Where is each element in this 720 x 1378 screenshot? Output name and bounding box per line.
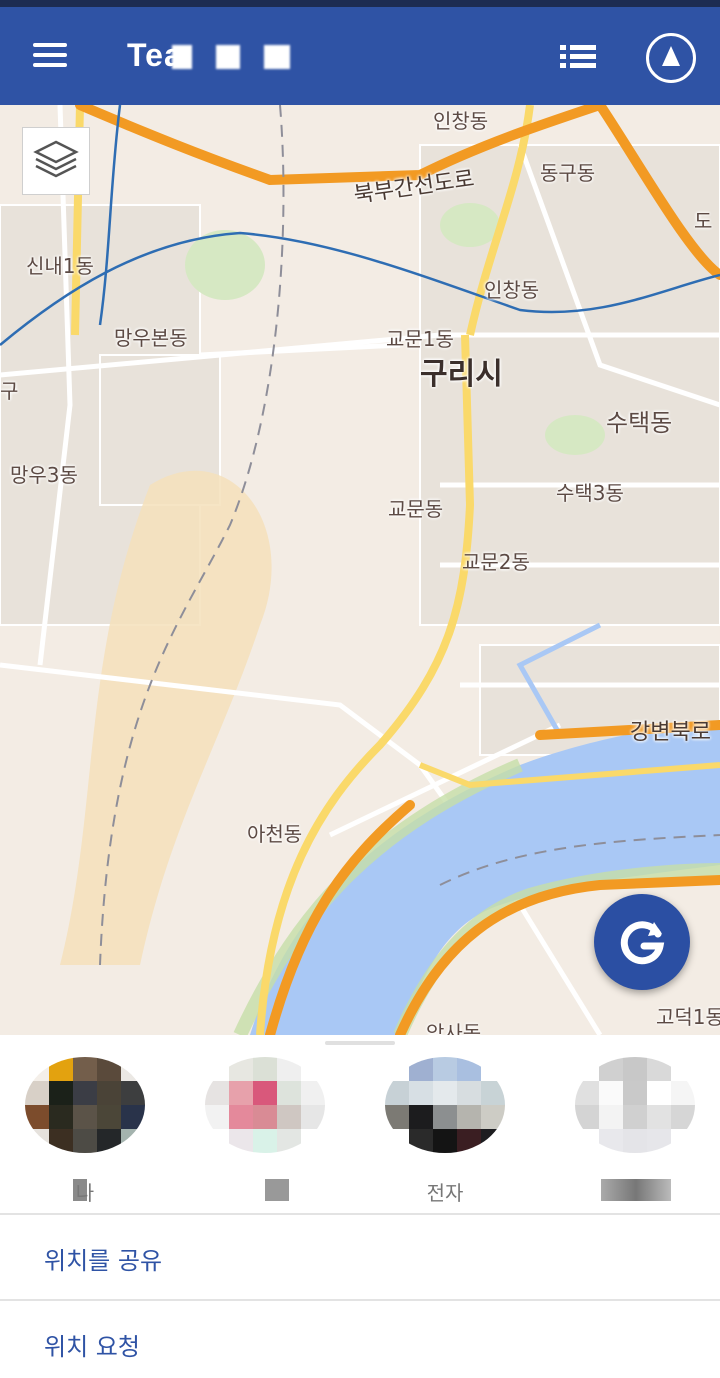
map-label-city: 구리시 [420,357,503,392]
title-redaction-block [216,45,240,69]
refresh-g-icon[interactable] [594,894,690,990]
navigation-arrow-icon[interactable] [646,33,696,83]
member-avatar [25,1057,145,1153]
map-label: 인창동 [484,278,540,302]
map-label: 교문2동 [462,550,530,574]
map-label: 신내1동 [26,254,94,278]
map-label: 인창동 [433,109,489,133]
member-item[interactable] [565,1057,705,1217]
member-item[interactable] [195,1057,335,1217]
title-redaction-block [264,45,290,69]
hamburger-menu-icon[interactable] [30,35,70,75]
map-label: 수택동 [606,409,673,437]
list-icon[interactable] [560,42,600,72]
map-label: 망우3동 [10,463,78,487]
request-location-button[interactable]: 위치 요청 [0,1301,720,1378]
name-redaction-block [601,1179,671,1201]
map-label: 아천동 [247,822,303,846]
map-label: 구 [0,379,19,403]
layers-icon[interactable] [22,127,90,195]
name-redaction-block [265,1179,289,1201]
map-label: 암사동 [426,1021,482,1035]
member-avatar [205,1057,325,1153]
map-label: 동구동 [540,161,596,185]
member-item[interactable]: 나 [15,1057,155,1217]
share-location-button[interactable]: 위치를 공유 [0,1215,720,1299]
map-label: 도 [694,209,713,233]
map-label: 고덕1동 [656,1005,720,1029]
bottom-sheet: 나 전자 위치를 공유 위치 요청 [0,1035,720,1378]
sheet-drag-handle[interactable] [325,1041,395,1045]
member-avatar [385,1057,505,1153]
map-view[interactable]: 인창동 북부간선도로 동구동 도 신내1동 인창동 망우본동 교문1동 구리시 … [0,105,720,1035]
map-label: 교문동 [388,497,444,521]
member-name: 나 [75,1181,95,1205]
status-bar [0,0,720,7]
member-avatar [575,1057,695,1153]
app-bar: Tea [0,7,720,105]
title-redaction-block [172,45,192,69]
map-label: 강변북로 [630,720,711,745]
request-location-label: 위치 요청 [44,1333,140,1361]
map-label: 교문1동 [386,327,454,351]
member-item[interactable]: 전자 [375,1057,515,1217]
share-location-label: 위치를 공유 [44,1247,163,1275]
map-label: 수택3동 [556,481,624,505]
map-label: 망우본동 [114,326,188,350]
member-name: 전자 [426,1181,464,1205]
